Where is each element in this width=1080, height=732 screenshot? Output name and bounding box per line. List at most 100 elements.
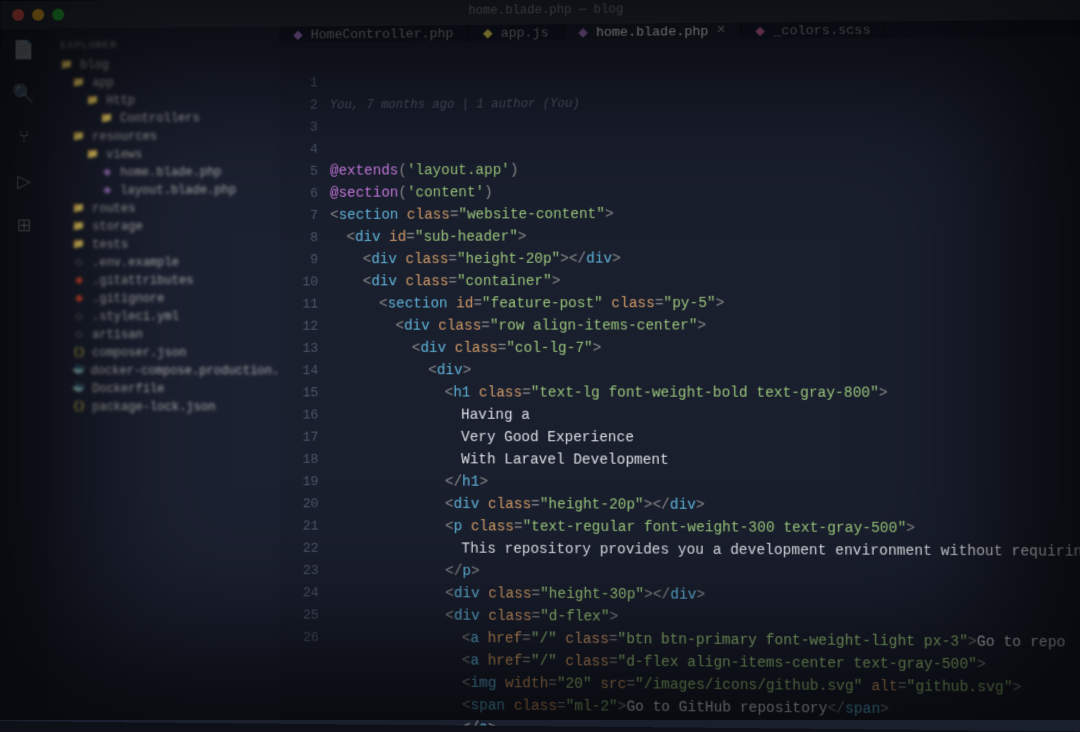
code-line[interactable]: </h1> [331,471,1080,496]
line-number: 1 [279,72,317,94]
line-number: 22 [280,538,319,560]
line-number: 26 [280,627,319,650]
file-tree-item[interactable]: 🐳Dockerfile [52,380,276,398]
file-tree-label: Http [106,94,135,108]
folder-icon: 📁 [72,130,86,144]
file-tree-item[interactable]: ◆home.blade.php [52,163,275,182]
file-tree-item[interactable]: {}package-lock.json [52,398,276,416]
file-tree-item[interactable]: {}composer.json [52,344,276,362]
line-number: 19 [280,471,319,493]
line-number: 2 [279,94,317,116]
folder-icon: 📁 [72,202,86,216]
file-tree-label: home.blade.php [120,165,221,180]
file-tree-label: package-lock.json [92,400,215,414]
debug-icon[interactable]: ▷ [12,170,36,194]
file-tree-item[interactable]: 📁 Http [52,91,275,111]
code-line[interactable]: <h1 class="text-lg font-weight-bold text… [330,382,1080,405]
search-icon[interactable]: 🔍 [12,82,36,106]
code-line[interactable]: <div class="container"> [330,270,1080,294]
file-tree-label: .styleci.yml [92,310,179,324]
php-file-icon: ◆ [293,27,302,42]
maximize-window-button[interactable] [52,9,64,21]
editor-tab[interactable]: ◆home.blade.php× [564,23,741,41]
code-line[interactable]: With Laravel Development [331,449,1080,473]
line-number: 23 [280,560,319,582]
generic-icon: ◇ [72,256,86,270]
source-control-icon[interactable]: ⑂ [12,126,36,150]
file-tree-label: Dockerfile [92,382,164,396]
close-window-button[interactable] [12,9,24,21]
code-line[interactable]: <div id="sub-header"> [330,224,1080,249]
tab-label: _colors.scss [773,22,870,38]
line-number: 8 [279,227,318,249]
line-number: 5 [279,161,318,183]
file-tree-item[interactable]: 📁tests [52,235,275,254]
line-number: 9 [279,249,318,271]
code-line[interactable]: <div class="height-20p"></div> [330,247,1080,271]
file-tree-item[interactable]: 📁blog [52,55,275,75]
file-tree-label: artisan [92,328,143,342]
line-number: 20 [280,493,319,515]
close-tab-icon[interactable]: × [717,23,726,39]
git-icon: ◆ [72,274,86,288]
file-tree-item[interactable]: ◇.env.example [52,253,275,272]
code-line[interactable]: Very Good Experience [331,427,1080,451]
code-area[interactable]: 1234567891011121314151617181920212223242… [279,36,1080,732]
file-tree-item[interactable]: ◆.gitignore [52,290,275,308]
code-line[interactable]: Having a [330,404,1080,428]
code-line[interactable]: <div> [330,360,1080,383]
line-number: 3 [279,117,318,139]
git-icon: ◆ [72,292,86,306]
file-tree-label: tests [92,238,128,252]
file-tree-item[interactable]: 🐳docker-compose.production.yml [52,362,276,380]
minimize-window-button[interactable] [32,9,44,21]
editor-tab[interactable]: ◆ _colors.scss [741,21,886,38]
line-number: 16 [280,404,319,426]
file-tree-item[interactable]: ◇artisan [52,326,276,344]
code-line[interactable]: <div class="col-lg-7"> [330,337,1080,360]
file-explorer-sidebar[interactable]: EXPLORER 📁blog📁app📁Http📁Controllers📁reso… [48,27,280,724]
explorer-icon[interactable]: 📄 [12,39,36,63]
extensions-icon[interactable]: ⊞ [12,214,36,238]
file-tree-item[interactable]: ◆.gitattributes [52,271,275,290]
window-controls [12,9,64,21]
file-tree-item[interactable]: 📁 routes [52,199,275,218]
code-line[interactable]: @section('content') [330,179,1080,205]
line-number: 17 [280,427,319,449]
file-tree-item[interactable]: 📁storage [52,217,275,236]
editor-tab[interactable]: ◆ HomeController.php [279,25,469,43]
code-line[interactable]: <section class="website-content"> [330,202,1080,227]
js-file-icon: ◆ [483,25,492,40]
git-blame-annotation: You, 7 months ago | 1 author (You) [330,89,1080,116]
file-tree-item[interactable]: 📁Controllers [52,109,275,128]
file-tree-label: resources [92,130,157,144]
folder-icon: 📁 [86,148,100,162]
file-tree-item[interactable]: ◇.styleci.yml [52,308,276,326]
file-tree-item[interactable]: 📁app [52,73,275,93]
code-content[interactable]: You, 7 months ago | 1 author (You) @exte… [330,36,1080,732]
code-line[interactable]: <section id="feature-post" class="py-5"> [330,292,1080,316]
tab-label: HomeController.php [311,26,454,42]
file-tree-label: Controllers [120,111,200,125]
file-tree-label: routes [92,202,135,216]
line-number: 18 [280,449,319,471]
line-number: 21 [280,515,319,537]
line-number: 11 [280,293,319,315]
editor-tab[interactable]: ◆ app.js [469,24,564,41]
code-line[interactable]: <div class="height-20p"></div> [331,493,1080,518]
activity-bar: 📄 🔍 ⑂ ▷ ⊞ [0,29,48,722]
docker-icon: 🐳 [72,364,84,378]
file-tree-label: composer.json [92,346,186,360]
file-tree-item[interactable]: ◆layout.blade.php [52,181,275,200]
tab-label: app.js [501,25,549,41]
line-number: 7 [279,205,318,227]
file-tree-item[interactable]: 📁views [52,145,275,164]
scss-file-icon: ◆ [755,23,765,38]
line-number: 15 [280,382,319,404]
folder-icon: 📁 [86,94,100,108]
line-number: 6 [279,183,318,205]
file-tree-item[interactable]: 📁 resources [52,127,275,146]
code-line[interactable]: <div class="row align-items-center"> [330,315,1080,338]
file-tree-label: storage [92,220,143,234]
folder-icon: 📁 [72,76,86,90]
